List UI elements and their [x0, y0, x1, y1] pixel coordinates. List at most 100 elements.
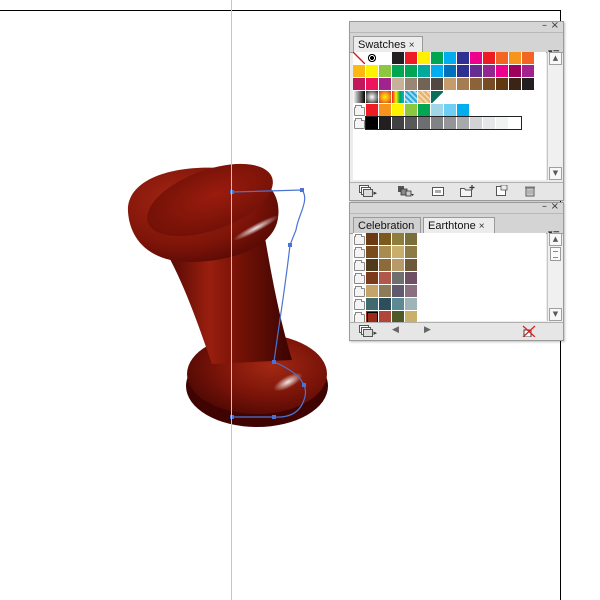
color-swatch[interactable] — [392, 272, 405, 285]
tab-close-icon[interactable]: × — [409, 40, 415, 51]
color-swatch[interactable] — [405, 91, 418, 104]
color-swatch[interactable] — [379, 78, 392, 91]
color-swatch[interactable] — [444, 52, 457, 65]
color-swatch[interactable] — [457, 52, 470, 65]
color-swatch[interactable] — [379, 65, 392, 78]
scroll-up-arrow[interactable]: ▲ — [549, 233, 562, 246]
color-swatch[interactable] — [379, 298, 392, 311]
color-swatch[interactable] — [392, 52, 405, 65]
color-swatch[interactable] — [366, 246, 379, 259]
color-swatch[interactable] — [379, 259, 392, 272]
color-swatch[interactable] — [431, 65, 444, 78]
color-swatch[interactable] — [392, 285, 405, 298]
close-button[interactable]: × — [551, 201, 559, 213]
color-swatch[interactable] — [509, 78, 522, 91]
color-group-folder-icon[interactable] — [354, 247, 365, 258]
scroll-down-arrow[interactable]: ▼ — [549, 167, 562, 180]
swatch-options-icon[interactable] — [432, 185, 444, 197]
color-swatch[interactable] — [405, 78, 418, 91]
anchor-point[interactable] — [272, 360, 276, 364]
color-swatch[interactable] — [405, 285, 418, 298]
color-swatch[interactable] — [496, 65, 509, 78]
color-swatch[interactable] — [379, 272, 392, 285]
pushpin-object[interactable] — [127, 149, 328, 427]
close-button[interactable]: × — [551, 20, 559, 32]
scroll-thumb[interactable] — [550, 247, 561, 261]
color-swatch[interactable] — [483, 78, 496, 91]
color-swatch[interactable] — [366, 259, 379, 272]
show-swatch-kinds-icon[interactable] — [398, 185, 414, 197]
new-swatch-icon[interactable] — [496, 185, 508, 197]
color-swatch[interactable] — [496, 78, 509, 91]
color-swatch[interactable] — [405, 298, 418, 311]
color-swatch[interactable] — [496, 52, 509, 65]
color-swatch[interactable] — [366, 65, 379, 78]
color-group-folder-icon[interactable] — [354, 286, 365, 297]
vertical-scrollbar[interactable]: ▲ ▼ — [547, 233, 562, 321]
color-swatch[interactable] — [444, 78, 457, 91]
color-swatch[interactable] — [405, 246, 418, 259]
color-swatch[interactable] — [444, 65, 457, 78]
color-swatch[interactable] — [392, 233, 405, 246]
color-swatch[interactable] — [366, 78, 379, 91]
color-group-folder-icon[interactable] — [354, 105, 365, 116]
color-swatch[interactable] — [418, 78, 431, 91]
previous-library-icon[interactable]: ◀ — [392, 325, 399, 337]
none-swatch[interactable] — [353, 52, 366, 65]
color-swatch[interactable] — [457, 78, 470, 91]
color-swatch[interactable] — [353, 91, 366, 104]
color-swatch[interactable] — [392, 65, 405, 78]
color-swatch[interactable] — [418, 65, 431, 78]
color-swatch[interactable] — [431, 78, 444, 91]
swatch-libraries-menu-icon[interactable] — [359, 325, 377, 337]
color-swatch[interactable] — [366, 285, 379, 298]
next-library-icon[interactable]: ▶ — [424, 325, 431, 337]
color-swatch[interactable] — [379, 91, 392, 104]
delete-swatch-icon[interactable] — [524, 185, 536, 197]
color-swatch[interactable] — [353, 78, 366, 91]
color-group-folder-icon[interactable] — [354, 260, 365, 271]
panel-titlebar[interactable]: – × — [350, 20, 563, 33]
color-group-folder-icon[interactable] — [354, 118, 365, 129]
anchor-point[interactable] — [302, 383, 306, 387]
color-swatch[interactable] — [470, 52, 483, 65]
color-swatch[interactable] — [457, 65, 470, 78]
minimize-button[interactable]: – — [542, 201, 547, 213]
color-swatch[interactable] — [509, 65, 522, 78]
color-swatch[interactable] — [405, 233, 418, 246]
color-swatch[interactable] — [379, 52, 392, 65]
color-swatch[interactable] — [366, 272, 379, 285]
color-swatch[interactable] — [431, 52, 444, 65]
color-swatch[interactable] — [353, 65, 366, 78]
color-swatch[interactable] — [522, 78, 535, 91]
color-swatch[interactable] — [392, 78, 405, 91]
vertical-scrollbar[interactable]: ▲ ▼ — [547, 52, 562, 180]
color-swatch[interactable] — [509, 52, 522, 65]
tab-close-icon[interactable]: × — [479, 221, 485, 232]
color-swatch[interactable] — [366, 233, 379, 246]
tab-celebration[interactable]: Celebration — [353, 217, 421, 233]
color-group-folder-icon[interactable] — [354, 273, 365, 284]
color-group-folder-icon[interactable] — [354, 234, 365, 245]
vertical-guide[interactable] — [231, 0, 232, 600]
color-swatch[interactable] — [392, 259, 405, 272]
color-swatch[interactable] — [522, 65, 535, 78]
color-group-folder-icon[interactable] — [354, 299, 365, 310]
color-swatch[interactable] — [366, 298, 379, 311]
registration-swatch[interactable] — [366, 52, 379, 65]
anchor-point[interactable] — [288, 243, 292, 247]
swatch-libraries-menu-icon[interactable] — [359, 185, 377, 197]
color-swatch[interactable] — [392, 298, 405, 311]
color-swatch[interactable] — [483, 65, 496, 78]
color-swatch[interactable] — [470, 65, 483, 78]
color-swatch[interactable] — [392, 91, 405, 104]
color-swatch[interactable] — [405, 65, 418, 78]
color-swatch[interactable] — [431, 91, 444, 104]
minimize-button[interactable]: – — [542, 20, 547, 32]
color-swatch[interactable] — [418, 91, 431, 104]
tab-swatches[interactable]: Swatches × — [353, 36, 423, 53]
scroll-down-arrow[interactable]: ▼ — [549, 308, 562, 321]
color-swatch[interactable] — [522, 52, 535, 65]
color-swatch[interactable] — [379, 285, 392, 298]
color-swatch[interactable] — [470, 78, 483, 91]
